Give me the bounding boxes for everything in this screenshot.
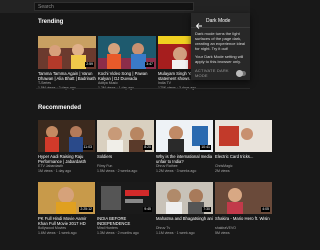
- search-input[interactable]: Search: [34, 2, 194, 11]
- video-card[interactable]: 7:30 Mahatma and Bhagatsingh ani Dhruv T…: [156, 182, 213, 235]
- video-thumbnail[interactable]: 3:47: [98, 36, 156, 69]
- duration-badge: 7:30: [202, 207, 211, 212]
- video-card[interactable]: 2:59 Tamma Tamma Again | Varun Dhawan | …: [38, 36, 96, 90]
- video-thumbnail[interactable]: 8:20: [97, 120, 154, 152]
- video-thumbnail[interactable]: 7:30: [156, 182, 213, 214]
- video-thumbnail[interactable]: 10:41: [156, 120, 213, 152]
- recommended-title: Recommended: [38, 105, 82, 111]
- duration-badge: 10:41: [200, 145, 211, 150]
- dark-mode-toggle-row[interactable]: ACTIVATE DARK MODE: [195, 68, 246, 78]
- video-card[interactable]: 9:45 INDIA BEFORE INDEPENDENCE Mind Hunt…: [97, 182, 154, 235]
- video-thumbnail[interactable]: 2:59: [38, 36, 96, 69]
- video-title[interactable]: Soldiers: [97, 154, 154, 164]
- duration-badge: 11:03: [82, 145, 93, 150]
- duration-badge: 9:45: [143, 207, 152, 212]
- duration-badge: 3:47: [145, 62, 154, 67]
- video-title[interactable]: Electric Card tricks...: [215, 154, 272, 164]
- dark-mode-menu: Dark Mode Dark mode turns the light surf…: [191, 13, 250, 80]
- video-title[interactable]: Kochi Video Song | Pawan Kalyan | DJ Duv…: [98, 71, 156, 81]
- back-arrow-icon[interactable]: [195, 17, 203, 29]
- video-card[interactable]: 8:20 Soldiers Filmy Fun 1.5M views · 2 w…: [97, 120, 154, 173]
- duration-badge: 4:05: [261, 207, 270, 212]
- dark-mode-header: Dark Mode: [195, 16, 246, 29]
- video-card[interactable]: 10:41 Why is the international media unf…: [156, 120, 213, 173]
- video-title[interactable]: Tamma Tamma Again | Varun Dhawan | Alia …: [38, 71, 96, 81]
- video-meta: 1.5M views · 2 weeks ago: [97, 168, 138, 173]
- video-card[interactable]: 11:03 Hyper Aadi Raising Raju Performanc…: [38, 120, 95, 173]
- video-title[interactable]: Mahatma and Bhagatsingh ani: [156, 216, 213, 226]
- duration-badge: 2:25:12: [79, 207, 93, 212]
- video-thumbnail[interactable]: [215, 120, 272, 152]
- video-meta: 1M views · 1 day ago: [38, 168, 72, 173]
- dark-mode-title: Dark Mode: [206, 17, 231, 24]
- video-thumbnail[interactable]: 11:03: [38, 120, 95, 152]
- duration-badge: 2:59: [85, 62, 94, 67]
- video-thumbnail[interactable]: 4:05: [215, 182, 272, 214]
- trending-title: Trending: [38, 19, 64, 25]
- video-card[interactable]: 3:47 Kochi Video Song | Pawan Kalyan | D…: [98, 36, 156, 90]
- video-card[interactable]: 4:05 Shakira - Mario Hero ft. Wisin shak…: [215, 182, 272, 235]
- search-placeholder: Search: [38, 4, 54, 10]
- dark-mode-note: Your Dark Mode setting will apply to thi…: [195, 54, 244, 64]
- video-meta: 1.3M views · 2 months ago: [97, 230, 139, 235]
- video-meta: 1.1M views · 1 week ago: [156, 230, 195, 235]
- section-divider: [36, 88, 250, 89]
- duration-badge: 8:20: [143, 145, 152, 150]
- video-meta: 2M views: [215, 168, 230, 173]
- video-title[interactable]: Shakira - Mario Hero ft. Wisin: [215, 216, 272, 226]
- video-title[interactable]: INDIA BEFORE INDEPENDENCE: [97, 216, 154, 226]
- video-title[interactable]: PK Full Hindi Movie Aamir Khan Full Movi…: [38, 216, 95, 226]
- video-thumbnail[interactable]: 9:45: [97, 182, 154, 214]
- video-card[interactable]: 2:25:12 PK Full Hindi Movie Aamir Khan F…: [38, 182, 95, 235]
- video-card[interactable]: Electric Card tricks... ChrisMagic 2M vi…: [215, 120, 272, 173]
- toggle-knob: [236, 69, 244, 77]
- video-meta: 1.2M views · 3 weeks ago: [156, 168, 197, 173]
- dark-mode-toggle-label: ACTIVATE DARK MODE: [195, 68, 229, 78]
- dark-mode-description: Dark mode turns the light surfaces of th…: [195, 31, 246, 51]
- video-title[interactable]: Why is the international media unfair to…: [156, 154, 213, 164]
- video-meta: 1.6M views · 1 week ago: [38, 230, 77, 235]
- top-bar: Search: [0, 0, 250, 13]
- video-title[interactable]: Hyper Aadi Raising Raju Performance | Ja…: [38, 154, 95, 164]
- dark-mode-toggle[interactable]: [236, 69, 246, 77]
- video-thumbnail[interactable]: 2:25:12: [38, 182, 95, 214]
- video-meta: 5M views: [215, 230, 230, 235]
